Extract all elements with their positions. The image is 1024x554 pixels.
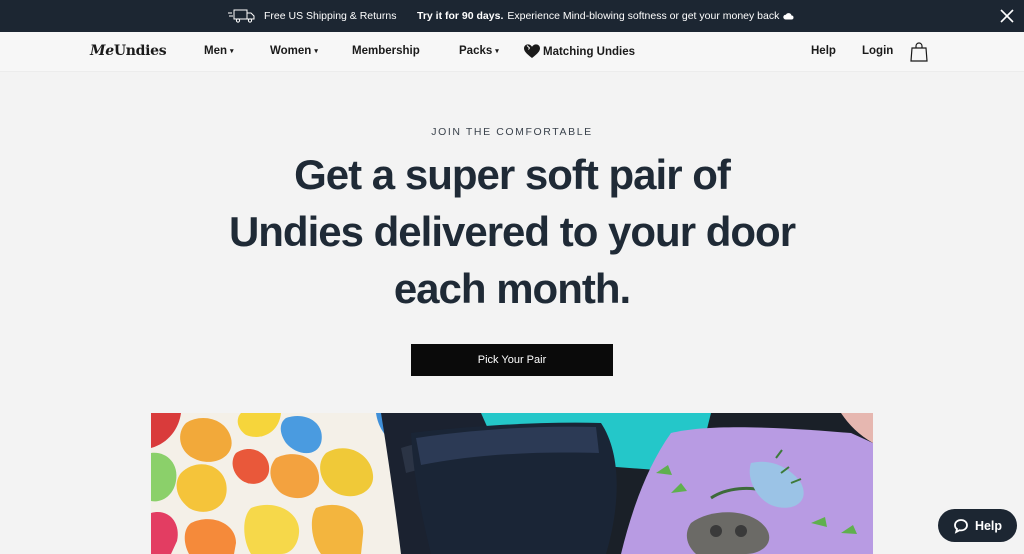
hero-eyebrow: JOIN THE COMFORTABLE (431, 126, 593, 138)
announcement-bar: Free US Shipping & Returns Try it for 90… (0, 0, 1024, 32)
nav-login[interactable]: Login (862, 45, 893, 57)
nav-help-label: Help (811, 45, 836, 57)
trial-notice: Try it for 90 days. Experience Mind-blow… (417, 0, 794, 32)
heart-icon (524, 44, 540, 58)
chevron-down-icon: ▾ (495, 48, 499, 55)
hero-title-line: Undies delivered to your door (228, 208, 796, 255)
main-nav: MeUndies Men ▾ Women ▾ Membership Packs ▾ M… (0, 32, 1024, 72)
nav-item-membership[interactable]: Membership (352, 45, 420, 57)
help-chat-label: Help (974, 518, 1003, 533)
logo[interactable]: MeUndies (90, 43, 167, 59)
nav-login-label: Login (862, 45, 894, 57)
trial-text: Experience Mind-blowing softness or get … (507, 10, 780, 22)
truck-icon (228, 9, 255, 23)
hero-title-line: each month. (393, 265, 631, 312)
product-image (151, 413, 873, 554)
product-illustration (151, 413, 873, 554)
shopping-bag-icon[interactable] (910, 42, 928, 62)
hero-title-line: Get a super soft pair of (294, 151, 731, 198)
logo-undies: Undies (113, 43, 167, 59)
nav-item-label: Membership (352, 45, 420, 57)
close-icon[interactable] (998, 7, 1016, 25)
chevron-down-icon: ▾ (230, 48, 234, 55)
nav-item-women[interactable]: Women ▾ (270, 45, 318, 57)
nav-item-label: Women (270, 45, 312, 57)
nav-item-label: Matching Undies (543, 45, 636, 58)
pick-your-pair-button[interactable]: Pick Your Pair (411, 344, 613, 376)
chat-bubble-icon (954, 518, 968, 534)
shipping-notice: Free US Shipping & Returns (228, 0, 396, 32)
nav-help[interactable]: Help (811, 45, 836, 57)
shipping-text: Free US Shipping & Returns (264, 10, 397, 22)
help-chat-button[interactable]: Help (938, 509, 1017, 542)
cloud-icon (783, 13, 794, 20)
nav-item-matching-undies[interactable]: Matching Undies (524, 44, 635, 59)
logo-me: Me (90, 43, 114, 59)
nav-item-men[interactable]: Men ▾ (204, 45, 234, 57)
trial-bold-text: Try it for 90 days. (417, 10, 504, 22)
hero-title: Get a super soft pair of Undies delivere… (200, 146, 824, 317)
nav-item-packs[interactable]: Packs ▾ (459, 45, 499, 57)
nav-item-label: Packs (459, 45, 493, 57)
nav-item-label: Men (204, 45, 227, 57)
chevron-down-icon: ▾ (314, 48, 318, 55)
